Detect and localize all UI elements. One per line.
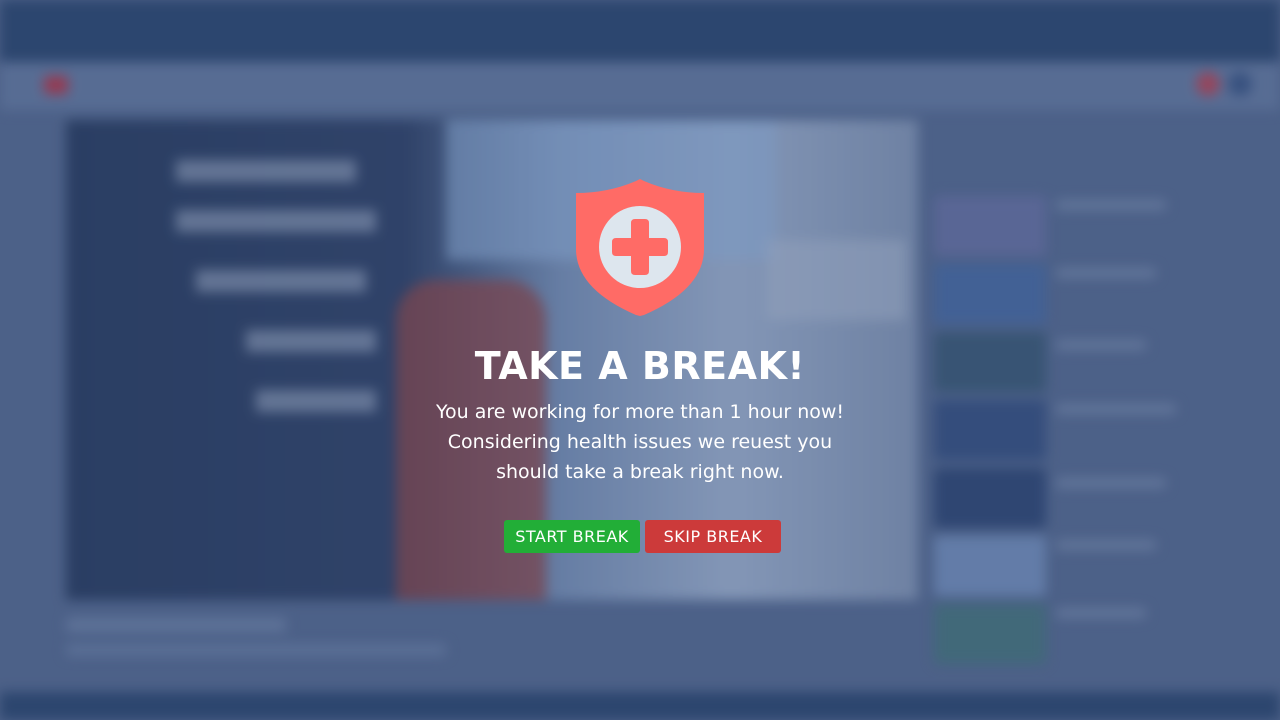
- break-reminder-modal: TAKE A BREAK! You are working for more t…: [0, 0, 1280, 720]
- screen: TAKE A BREAK! You are working for more t…: [0, 0, 1280, 720]
- break-message: You are working for more than 1 hour now…: [435, 401, 845, 483]
- start-break-button[interactable]: START BREAK: [504, 520, 640, 553]
- medical-shield-icon: [576, 179, 704, 316]
- skip-break-button[interactable]: SKIP BREAK: [645, 520, 781, 553]
- break-title: TAKE A BREAK!: [474, 344, 806, 388]
